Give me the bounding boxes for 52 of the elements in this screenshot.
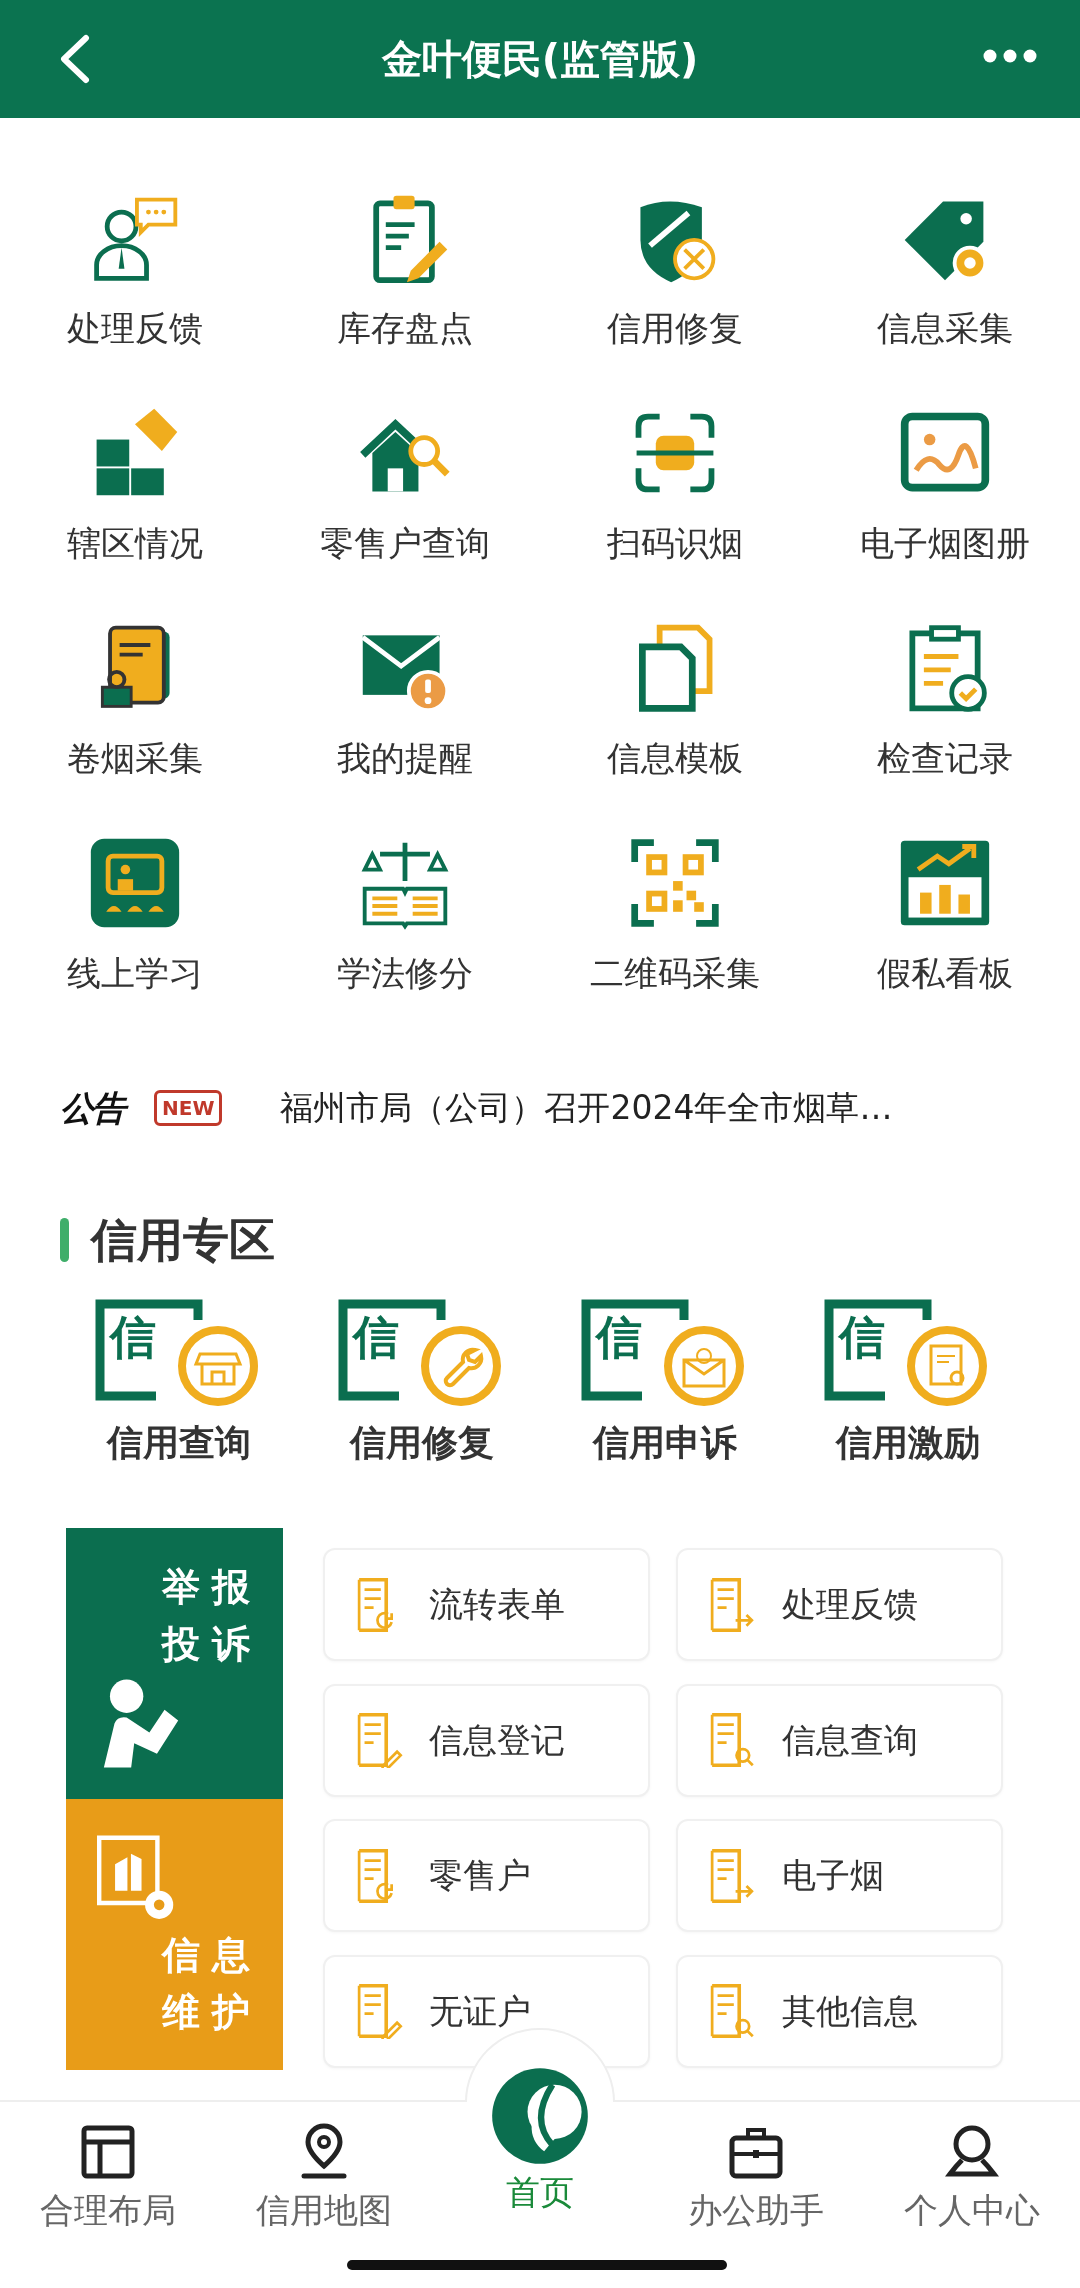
document-search-icon <box>708 1712 756 1768</box>
nav-tab[interactable]: 合理布局 <box>40 2122 176 2234</box>
quick-link-card[interactable]: 其他信息 <box>676 1954 1003 2068</box>
nav-tab[interactable]: 办公助手 <box>688 2122 824 2234</box>
quick-link-card[interactable]: 信息查询 <box>676 1683 1003 1797</box>
document-pencil-icon <box>355 1983 403 2039</box>
quick-link-card[interactable]: 处理反馈 <box>676 1548 1003 1661</box>
feature-link[interactable]: 库存盘点 <box>337 190 473 350</box>
quick-link-card[interactable]: 信息登记 <box>323 1683 650 1797</box>
credit-link[interactable]: 信用查询 <box>106 1418 251 1468</box>
credit-mark: 信 <box>352 1310 399 1364</box>
feature-link[interactable]: 辖区情况 <box>67 405 203 565</box>
panel-title: 举报投诉 <box>162 1563 261 1668</box>
quick-link-card[interactable]: 流转表单 <box>323 1548 650 1661</box>
credit-mark: 信 <box>595 1310 642 1364</box>
feature-link[interactable]: 信息采集 <box>877 190 1013 350</box>
credit-mark: 信 <box>838 1310 885 1364</box>
section-title: 信用专区 <box>91 1211 275 1269</box>
credit-link[interactable]: 信用修复 <box>349 1418 494 1468</box>
feature-link[interactable]: 检查记录 <box>877 620 1013 780</box>
notice-link[interactable]: 福州市局（公司）召开2024年全市烟草… <box>280 1083 893 1133</box>
document-pencil-icon <box>355 1712 403 1768</box>
credit-link[interactable]: 信用申诉 <box>592 1418 737 1468</box>
section-marker <box>60 1218 69 1262</box>
feature-link[interactable]: 学法修分 <box>337 835 473 995</box>
new-tag: NEW <box>154 1090 223 1126</box>
report-panel[interactable]: 举报投诉 <box>66 1528 283 1799</box>
feature-link[interactable]: 零售户查询 <box>320 405 490 565</box>
feature-link[interactable]: 信用修复 <box>607 190 743 350</box>
feature-link[interactable]: 线上学习 <box>67 835 203 995</box>
credit-mark: 信 <box>109 1310 156 1364</box>
nav-tab[interactable]: 个人中心 <box>904 2122 1040 2234</box>
feature-link[interactable]: 电子烟图册 <box>860 405 1030 565</box>
quick-link-card[interactable]: 无证户 <box>323 1954 650 2068</box>
nav-tab[interactable]: 信用地图 <box>256 2122 392 2234</box>
back-icon[interactable] <box>58 34 92 84</box>
window-title: 金叶便民(监管版) <box>381 35 699 84</box>
feature-link[interactable]: 二维码采集 <box>590 835 760 995</box>
feature-link[interactable]: 我的提醒 <box>337 620 473 780</box>
document-arrow-icon <box>708 1576 756 1633</box>
document-arrow-icon <box>708 1847 756 1904</box>
feature-link[interactable]: 扫码识烟 <box>607 405 743 565</box>
feature-link[interactable]: 假私看板 <box>877 835 1013 995</box>
feature-link[interactable]: 卷烟采集 <box>67 620 203 780</box>
credit-link[interactable]: 信用激励 <box>835 1418 980 1468</box>
feature-link[interactable]: 信息模板 <box>607 620 743 780</box>
quick-link-card[interactable]: 电子烟 <box>676 1819 1003 1932</box>
quick-link-card[interactable]: 零售户 <box>323 1819 650 1932</box>
panel-title: 信息维护 <box>162 1931 261 2036</box>
document-search-icon <box>708 1983 756 2039</box>
more-icon[interactable] <box>982 48 1038 64</box>
feature-link[interactable]: 处理反馈 <box>67 190 203 350</box>
